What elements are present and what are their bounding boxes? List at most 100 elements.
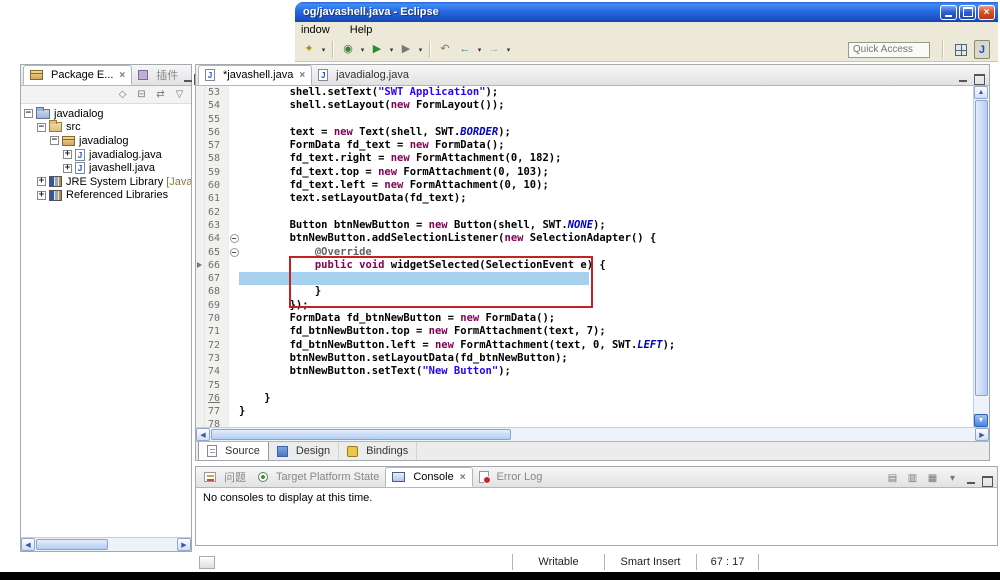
code-line[interactable]: text.setLayoutData(fd_text);	[239, 192, 973, 205]
code-line[interactable]	[239, 206, 973, 219]
tree-item-javadialog-java[interactable]: +javadialog.java	[21, 148, 191, 162]
minimize-editor-icon[interactable]	[955, 71, 970, 85]
code-line[interactable]: btnNewButton.addSelectionListener(new Se…	[239, 232, 973, 245]
view-menu-icon[interactable]: ▽	[171, 87, 188, 103]
tab-target-platform-state[interactable]: Target Platform State	[252, 467, 385, 487]
maximize-view-icon[interactable]	[980, 473, 995, 487]
tree-item-javashell-java[interactable]: +javashell.java	[21, 161, 191, 175]
expander-minus-icon[interactable]: −	[37, 123, 46, 132]
code-line[interactable]: shell.setText("SWT Application");	[239, 86, 973, 99]
tab-error-log[interactable]: Error Log	[473, 467, 549, 487]
run-icon[interactable]: ▶	[367, 40, 387, 59]
window-titlebar[interactable]: og/javashell.java - Eclipse ×	[295, 2, 998, 22]
tab-console[interactable]: Console	[385, 467, 472, 487]
expander-minus-icon[interactable]: −	[24, 109, 33, 118]
focus-icon[interactable]: ◇	[114, 87, 131, 103]
tree-item-javadialog[interactable]: −javadialog	[21, 107, 191, 121]
collapse-all-icon[interactable]: ⊟	[133, 87, 150, 103]
code-text[interactable]: shell.setText("SWT Application"); shell.…	[239, 86, 973, 427]
maximize-editor-icon[interactable]	[972, 71, 987, 85]
code-line[interactable]	[239, 379, 973, 392]
close-tab-icon[interactable]	[299, 70, 305, 81]
expander-minus-icon[interactable]: −	[50, 136, 59, 145]
code-line[interactable]: text = new Text(shell, SWT.BORDER);	[239, 126, 973, 139]
expander-plus-icon[interactable]: +	[63, 150, 72, 159]
forward-icon[interactable]: →	[484, 40, 504, 59]
code-line[interactable]: btnNewButton.setText("New Button");	[239, 365, 973, 378]
code-line[interactable]: public void widgetSelected(SelectionEven…	[239, 259, 973, 272]
tree-item-javadialog[interactable]: −javadialog	[21, 134, 191, 148]
java-perspective-button[interactable]: J	[974, 40, 990, 59]
tree-item-src[interactable]: −src	[21, 121, 191, 135]
scroll-left-icon[interactable]: ◀	[21, 538, 35, 551]
code-line[interactable]: fd_text.left = new FormAttachment(0, 10)…	[239, 179, 973, 192]
code-line[interactable]: Button btnNewButton = new Button(shell, …	[239, 219, 973, 232]
link-with-editor-icon[interactable]: ⇄	[152, 87, 169, 103]
tree-item-jre-system-library[interactable]: +JRE System Library[JavaSE-1.	[21, 175, 191, 189]
scroll-right-icon[interactable]: ▶	[177, 538, 191, 551]
line-number-ruler[interactable]: 5354555657585960616263646566676869707172…	[205, 86, 228, 427]
dropdown-caret-icon[interactable]: ▾	[475, 46, 484, 54]
dropdown-caret-icon[interactable]: ▾	[387, 46, 396, 54]
open-perspective-icon[interactable]	[951, 40, 971, 59]
new-wizard-icon[interactable]: ✦	[299, 40, 319, 59]
code-line[interactable]: @Override	[239, 246, 973, 259]
fold-collapse-icon[interactable]: −	[230, 234, 239, 243]
code-line[interactable]: FormData fd_btnNewButton = new FormData(…	[239, 312, 973, 325]
code-line[interactable]: fd_btnNewButton.top = new FormAttachment…	[239, 325, 973, 338]
tab-problems[interactable]: 问题	[198, 467, 252, 487]
tab-design[interactable]: Design	[269, 442, 339, 460]
code-line[interactable]: btnNewButton.setLayoutData(fd_btnNewButt…	[239, 352, 973, 365]
code-line[interactable]: fd_text.right = new FormAttachment(0, 18…	[239, 152, 973, 165]
code-line[interactable]: fd_btnNewButton.left = new FormAttachmen…	[239, 339, 973, 352]
editor-hscrollbar[interactable]: ◀ ▶	[196, 427, 989, 441]
expander-plus-icon[interactable]: +	[37, 191, 46, 200]
back-icon[interactable]: ←	[455, 40, 475, 59]
dropdown-caret-icon[interactable]: ▾	[416, 46, 425, 54]
tab-plugins[interactable]: 插件	[132, 65, 184, 85]
code-line[interactable]	[239, 272, 973, 285]
tab-bindings[interactable]: Bindings	[339, 442, 417, 460]
dropdown-caret-icon[interactable]: ▾	[358, 46, 367, 54]
external-tools-icon[interactable]: ▶	[396, 40, 416, 59]
dropdown-caret-icon[interactable]: ▾	[319, 46, 328, 54]
tab-package-explorer[interactable]: Package E...	[23, 65, 132, 85]
package-explorer-hscrollbar[interactable]: ◀ ▶	[21, 537, 191, 551]
folding-ruler[interactable]: −−	[228, 86, 239, 427]
quick-access-input[interactable]	[848, 42, 930, 58]
scrollbar-thumb[interactable]	[975, 100, 988, 396]
open-console-icon[interactable]: ▤	[884, 471, 901, 487]
expander-plus-icon[interactable]: +	[63, 164, 72, 173]
expander-plus-icon[interactable]: +	[37, 177, 46, 186]
display-selected-console-icon[interactable]: ▥	[904, 471, 921, 487]
tree-item-referenced-libraries[interactable]: +Referenced Libraries	[21, 189, 191, 203]
close-window-icon[interactable]: ×	[978, 5, 995, 20]
scrollbar-thumb[interactable]	[36, 539, 108, 550]
editor-vscrollbar[interactable]: ▲ ▼	[973, 86, 989, 427]
code-line[interactable]: shell.setLayout(new FormLayout());	[239, 99, 973, 112]
scroll-down-icon[interactable]: ▼	[974, 414, 988, 427]
debug-icon[interactable]: ◉	[338, 40, 358, 59]
code-line[interactable]	[239, 418, 973, 427]
menu-help[interactable]: Help	[347, 23, 376, 37]
code-line[interactable]: }	[239, 285, 973, 298]
scroll-up-icon[interactable]: ▲	[974, 86, 988, 99]
close-tab-icon[interactable]	[460, 472, 466, 483]
tab-javashell-java[interactable]: *javashell.java	[198, 65, 312, 85]
fold-collapse-icon[interactable]: −	[230, 248, 239, 257]
tab-source[interactable]: Source	[198, 442, 269, 460]
last-edit-location-icon[interactable]: ↶	[435, 40, 455, 59]
minimize-view-icon[interactable]	[963, 473, 978, 487]
code-line[interactable]: fd_text.top = new FormAttachment(0, 103)…	[239, 166, 973, 179]
code-line[interactable]	[239, 113, 973, 126]
console-menu-icon[interactable]: ▾	[944, 471, 961, 487]
code-line[interactable]: }	[239, 392, 973, 405]
close-tab-icon[interactable]	[119, 70, 125, 81]
menu-window[interactable]: indow	[298, 23, 333, 37]
code-line[interactable]: }	[239, 405, 973, 418]
scroll-right-icon[interactable]: ▶	[975, 428, 989, 441]
annotation-ruler[interactable]	[196, 86, 205, 427]
restore-window-icon[interactable]	[959, 5, 976, 20]
scroll-left-icon[interactable]: ◀	[196, 428, 210, 441]
minimize-window-icon[interactable]	[940, 5, 957, 20]
